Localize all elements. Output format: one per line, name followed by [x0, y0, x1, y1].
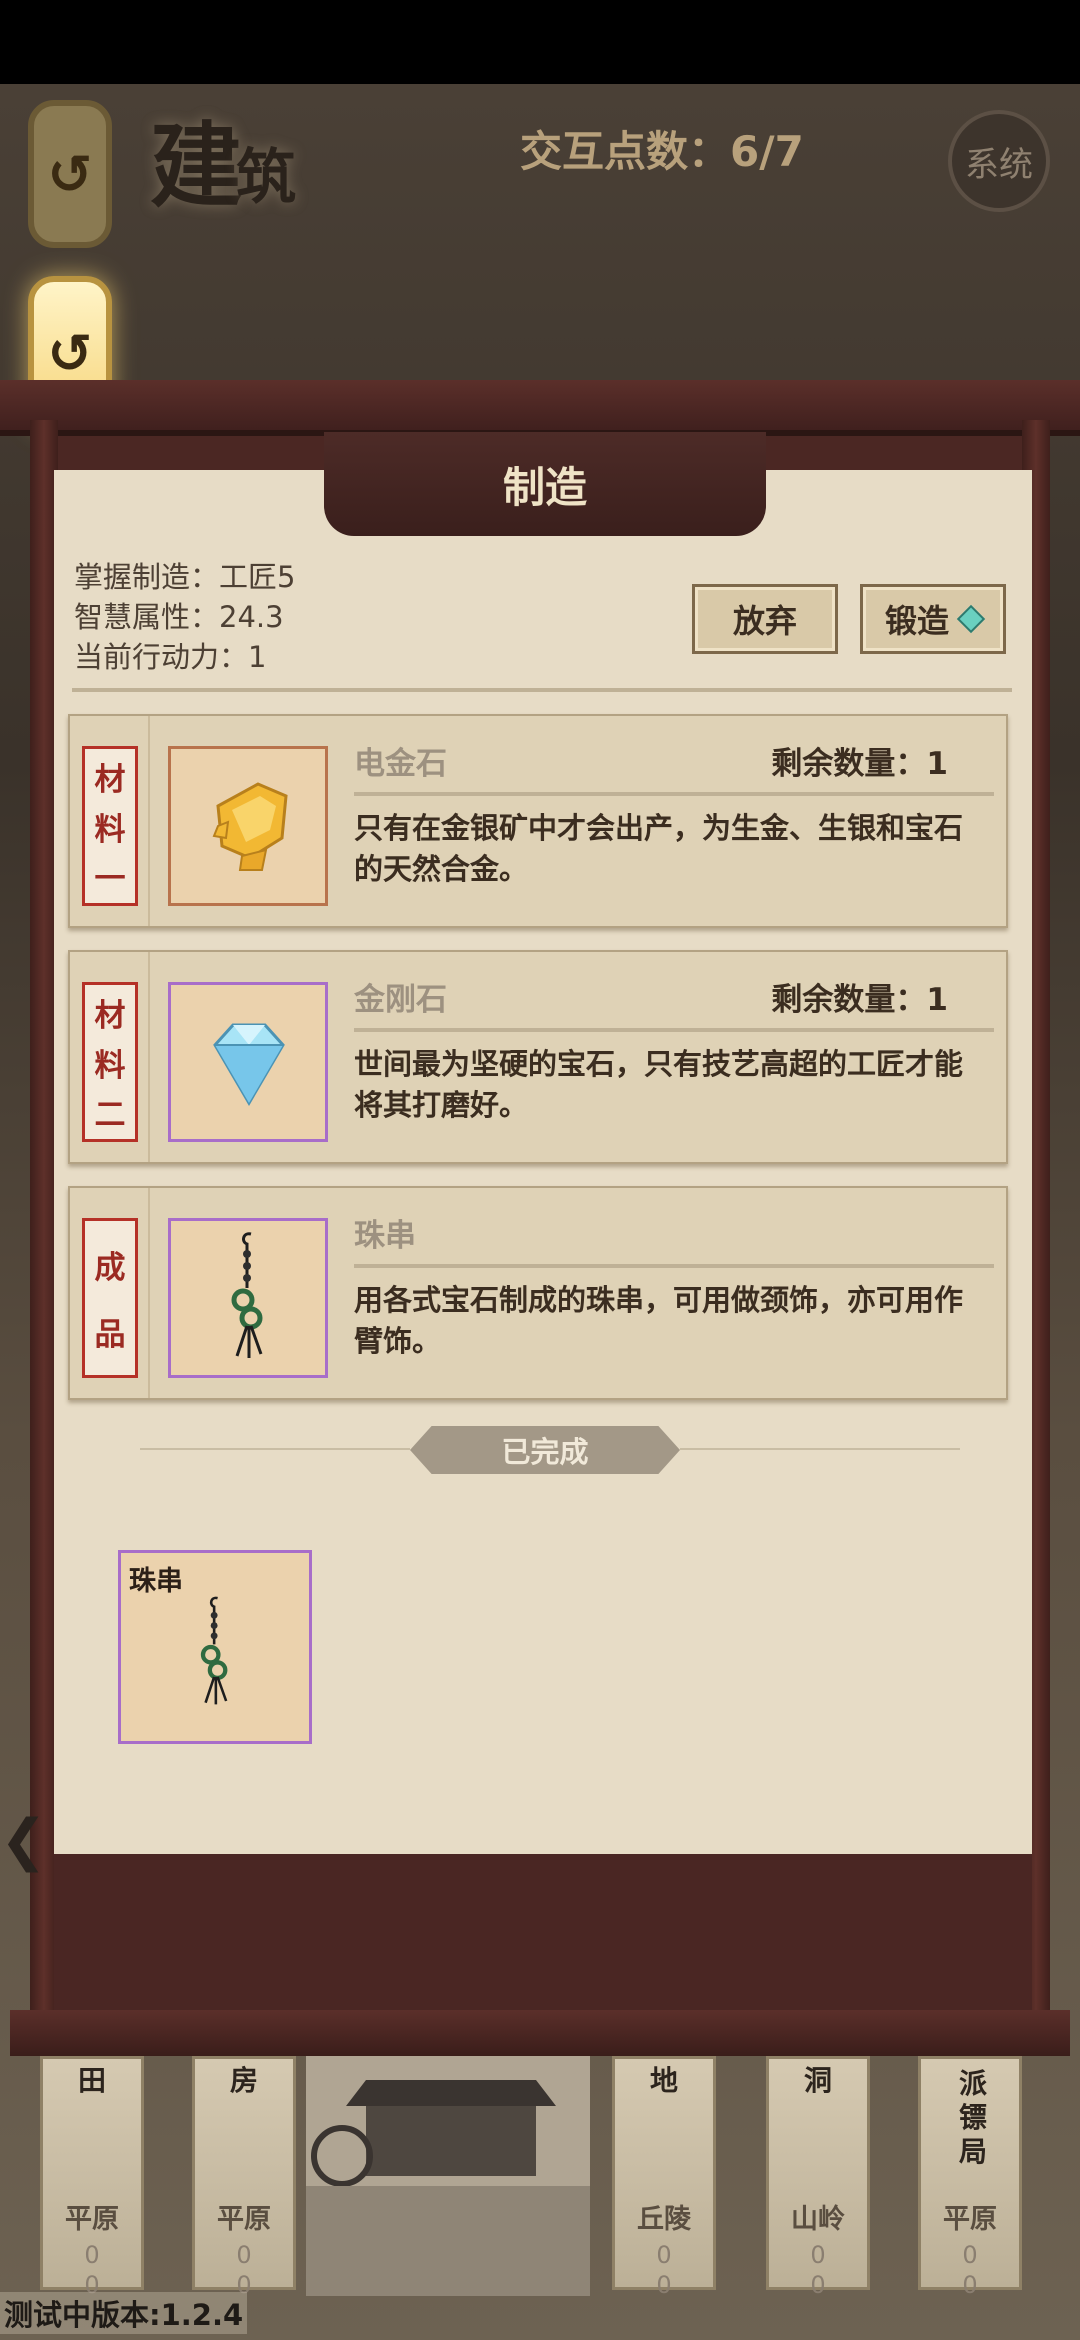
product-tag: 成品 — [82, 1218, 138, 1378]
bead-string-icon — [168, 1218, 328, 1378]
status-bar — [0, 0, 1080, 84]
product-card[interactable]: 成品 珠串 用各式宝石制成的珠串，可用做颈饰，亦可用作 臂饰。 — [68, 1186, 1008, 1400]
undo-icon: ↺ — [47, 321, 93, 385]
torii-top-beam — [0, 380, 1080, 436]
town-building[interactable]: 派镖局 平原 0 0 — [918, 2056, 1022, 2299]
completed-header: 已完成 — [410, 1426, 680, 1474]
skill-stat: 掌握制造：工匠5 — [74, 560, 296, 594]
material-description: 世间最为坚硬的宝石，只有技艺高超的工匠才能 将其打磨好。 — [354, 1047, 964, 1122]
town-building[interactable]: 地 丘陵 0 0 — [612, 2056, 716, 2299]
abandon-button[interactable]: 放弃 — [692, 584, 838, 654]
undo-icon: ↺ — [47, 142, 93, 206]
completed-item[interactable]: 珠串 — [118, 1550, 312, 1744]
panel-title: 制造 — [502, 462, 587, 512]
town-scene-image[interactable] — [306, 2056, 590, 2296]
torii-bottom-beam — [10, 2010, 1070, 2056]
product-description: 用各式宝石制成的珠串，可用做颈饰，亦可用作 臂饰。 — [354, 1283, 964, 1358]
gem-icon — [956, 604, 986, 634]
material-description: 只有在金银矿中才会出产，为生金、生银和宝石 的天然合金。 — [354, 811, 964, 886]
town-building[interactable]: 房 平原 0 0 — [192, 2056, 296, 2299]
material-name: 金刚石 — [354, 982, 447, 1018]
back-button[interactable]: ↺ — [28, 100, 112, 248]
scroll-left-icon[interactable]: ❮ — [0, 1808, 47, 1873]
page-title: 建筑 — [150, 112, 296, 220]
bead-string-icon — [185, 1583, 245, 1727]
material-card-2[interactable]: 材料二 金刚石 剩余数量：1 世间最为坚硬的宝石，只有技艺高超的工匠才能 将其打… — [68, 950, 1008, 1164]
remaining-count: 剩余数量：1 — [771, 746, 948, 782]
completed-item-label: 珠串 — [129, 1566, 183, 1597]
system-button[interactable]: 系统 — [948, 110, 1050, 212]
divider — [140, 1448, 410, 1450]
divider — [72, 688, 1012, 692]
diamond-icon — [168, 982, 328, 1142]
panel-lower-band — [54, 1854, 1032, 2014]
town-building[interactable]: 洞 山岭 0 0 — [766, 2056, 870, 2299]
remaining-count: 剩余数量：1 — [771, 982, 948, 1018]
panel-title-plaque: 制造 — [324, 432, 766, 536]
material-tag: 材料一 — [82, 746, 138, 906]
action-stat: 当前行动力：1 — [74, 640, 267, 674]
version-label: 测试中版本:1.2.4 — [0, 2292, 248, 2334]
material-tag: 材料二 — [82, 982, 138, 1142]
divider — [680, 1448, 960, 1450]
material-card-1[interactable]: 材料一 电金石 剩余数量：1 只有在金银矿中才会出产，为生金、生银和宝石 的天然… — [68, 714, 1008, 928]
material-name: 电金石 — [354, 746, 447, 782]
gold-ore-icon — [168, 746, 328, 906]
forge-button[interactable]: 锻造 — [860, 584, 1006, 654]
town-building[interactable]: 田 平原 0 0 — [40, 2056, 144, 2299]
interaction-points: 交互点数：6/7 — [520, 127, 804, 176]
wisdom-stat: 智慧属性：24.3 — [74, 600, 284, 634]
product-name: 珠串 — [354, 1218, 416, 1254]
